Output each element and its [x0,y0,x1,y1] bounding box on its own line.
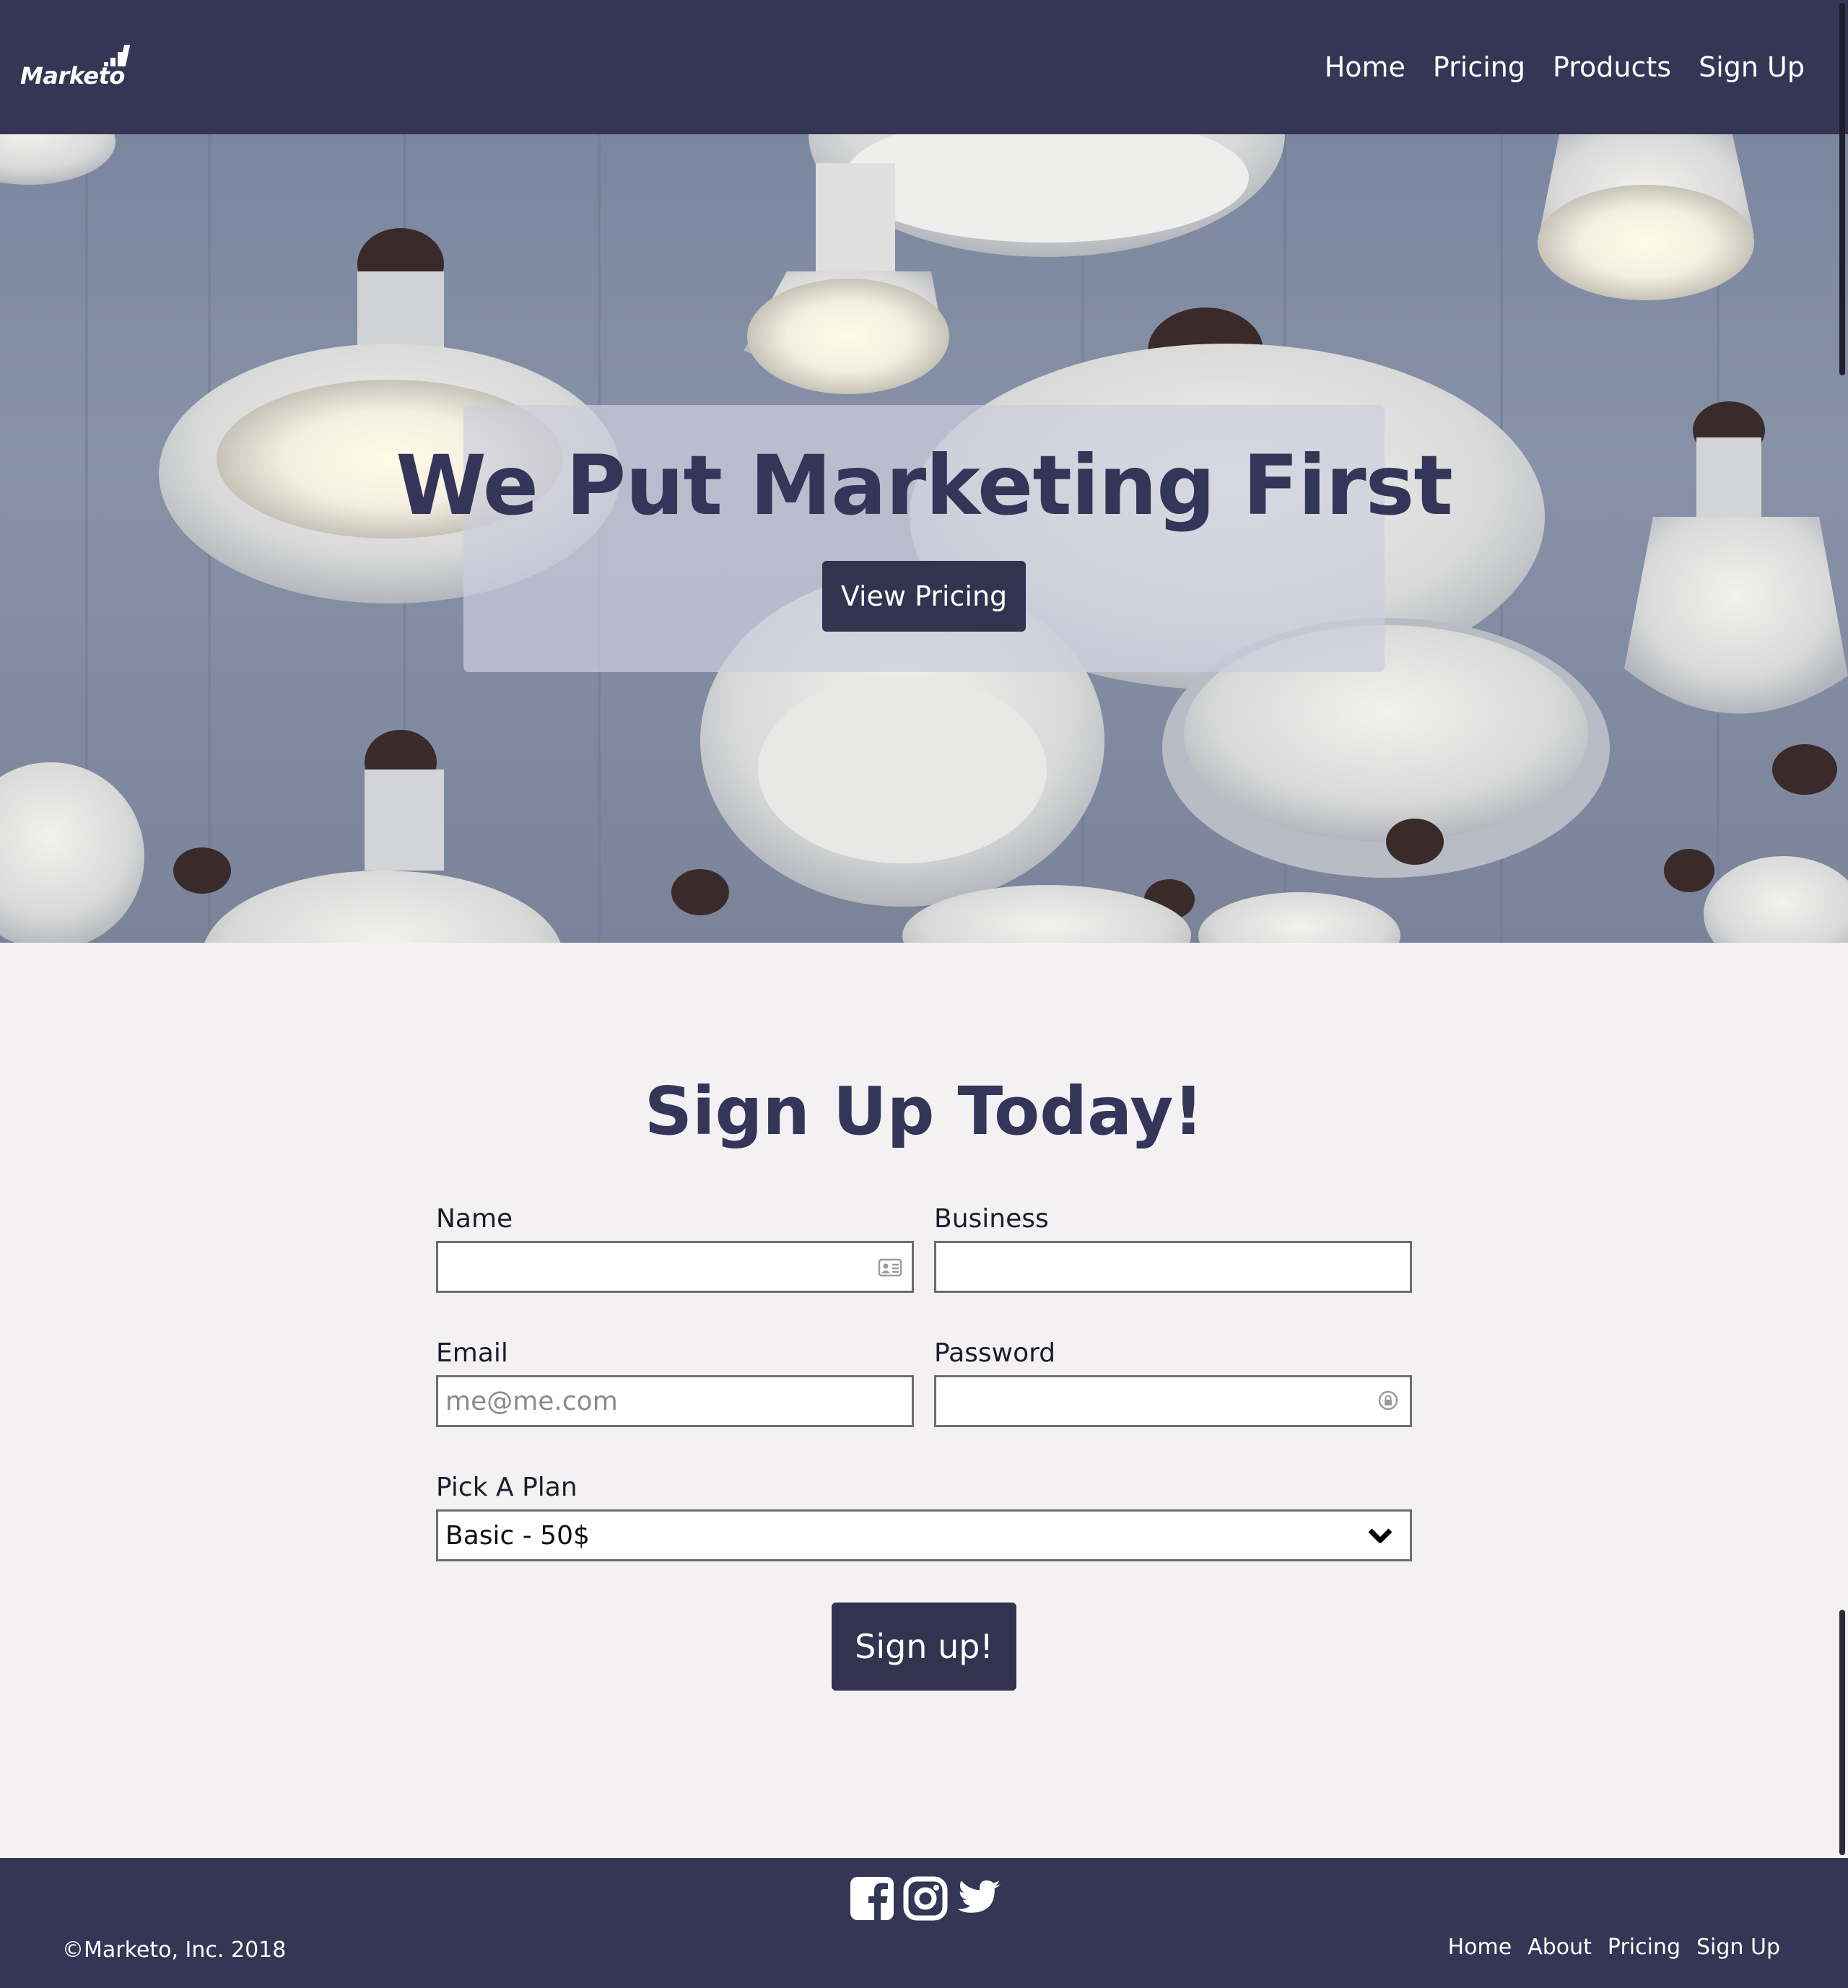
email-input[interactable] [436,1375,914,1427]
name-label: Name [436,1204,513,1234]
nav-link-sign-up[interactable]: Sign Up [1699,51,1805,83]
nav-link-pricing[interactable]: Pricing [1433,51,1525,83]
view-pricing-button[interactable]: View Pricing [822,561,1026,632]
footer-link-sign-up[interactable]: Sign Up [1696,1935,1780,1960]
footer-link-pricing[interactable]: Pricing [1608,1935,1681,1960]
hero-title: We Put Marketing First [396,437,1453,533]
business-input[interactable] [934,1241,1412,1293]
footer-link-home[interactable]: Home [1448,1935,1512,1960]
logo[interactable]: Marketo [20,42,131,92]
facebook-icon[interactable] [849,1875,895,1922]
instagram-icon[interactable] [902,1875,949,1922]
social-links [849,1875,1002,1922]
signup-title: Sign Up Today! [644,1073,1204,1150]
password-label: Password [934,1338,1056,1368]
footer-links: Home About Pricing Sign Up [1448,1935,1780,1960]
email-label: Email [436,1338,508,1368]
scrollbar-track[interactable] [1834,0,1848,1988]
nav-links: Home Pricing Products Sign Up [1325,51,1805,83]
navbar: Marketo Home Pricing Products Sign Up [0,0,1848,134]
plan-select[interactable]: Basic - 50$ [436,1509,1412,1561]
plan-select-value: Basic - 50$ [445,1520,590,1551]
footer-link-about[interactable]: About [1527,1935,1592,1960]
signup-section: Sign Up Today! Name Business Email Passw… [0,943,1848,1858]
chevron-down-icon [1368,1528,1392,1543]
password-manager-icon[interactable] [1376,1388,1400,1413]
plan-label: Pick A Plan [436,1473,578,1502]
logo-text: Marketo [20,62,125,90]
business-label: Business [934,1204,1049,1234]
sign-up-button[interactable]: Sign up! [832,1603,1016,1691]
scrollbar-thumb[interactable] [1839,1610,1845,1855]
name-input[interactable] [436,1241,914,1293]
nav-link-products[interactable]: Products [1553,51,1671,83]
copyright-text: ©Marketo, Inc. 2018 [62,1937,287,1963]
twitter-icon[interactable] [956,1875,1002,1922]
nav-link-home[interactable]: Home [1325,51,1405,83]
password-input[interactable] [934,1375,1412,1427]
hero: We Put Marketing First View Pricing [0,134,1848,943]
footer: ©Marketo, Inc. 2018 Home About Pricing S… [0,1858,1848,1988]
contact-card-icon [878,1258,902,1277]
scrollbar-thumb-upper[interactable] [1839,3,1845,375]
hero-panel: We Put Marketing First View Pricing [396,405,1453,672]
